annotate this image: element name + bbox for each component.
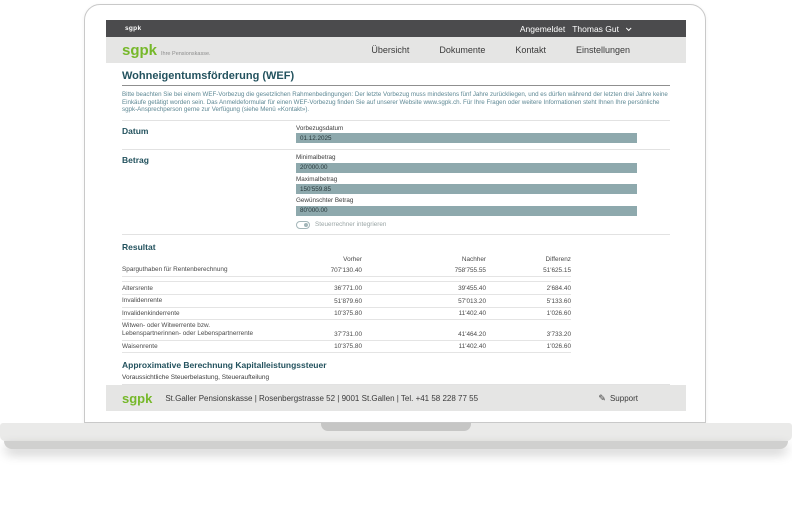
nav-uebersicht[interactable]: Übersicht [371, 45, 409, 55]
site-header: sgpk Ihre Pensionskasse. Übersicht Dokum… [106, 37, 686, 63]
brand-logo[interactable]: sgpk Ihre Pensionskasse. [122, 42, 211, 59]
betrag-row: Betrag Minimalbetrag 20'000.00 Maximalbe… [122, 150, 670, 234]
datum-section-label: Datum [122, 125, 296, 147]
top-account-bar: sgpk Angemeldet Thomas Gut [106, 20, 686, 37]
col-nachher: Nachher [362, 256, 486, 263]
title-divider [122, 85, 670, 86]
gewuenschter-betrag-input[interactable]: 80'000.00 [296, 206, 637, 216]
maximalbetrag-label: Maximalbetrag [296, 176, 637, 183]
user-name: Thomas Gut [572, 24, 619, 34]
chevron-down-icon [626, 25, 632, 31]
maximalbetrag-input[interactable]: 150'559.85 [296, 184, 637, 194]
topbar-brand: sgpk [125, 25, 141, 32]
nav-einstellungen[interactable]: Einstellungen [576, 45, 630, 55]
main-content: Wohneigentumsförderung (WEF) Bitte beach… [106, 63, 686, 385]
table-row: Sparguthaben für Rentenberechnung 707'13… [122, 264, 571, 277]
support-link[interactable]: ✎ Support [598, 393, 638, 404]
resultat-heading: Resultat [122, 242, 670, 252]
vorbezugsdatum-label: Vorbezugsdatum [296, 125, 637, 132]
col-vorher: Vorher [302, 256, 362, 263]
minimalbetrag-label: Minimalbetrag [296, 154, 637, 161]
table-gap [122, 277, 571, 282]
support-label: Support [610, 394, 638, 403]
col-differenz: Differenz [486, 256, 571, 263]
resultat-header-row: Vorher Nachher Differenz [122, 252, 571, 265]
intro-text: Bitte beachten Sie bei einem WEF-Vorbezu… [122, 91, 670, 114]
laptop-notch [321, 423, 471, 431]
steuer-subheading: Voraussichtliche Steuerbelastung, Steuer… [122, 374, 670, 385]
steuerrechner-toggle-row: Steuerrechner integrieren [296, 221, 637, 229]
table-row: Witwen- oder Witwerrente bzw. Lebenspart… [122, 320, 571, 341]
steuer-heading: Approximative Berechnung Kapitalleistung… [122, 360, 670, 370]
footer-address: St.Galler Pensionskasse | Rosenbergstras… [165, 394, 478, 403]
minimalbetrag-input[interactable]: 20'000.00 [296, 163, 637, 173]
gewuenschter-betrag-label: Gewünschter Betrag [296, 197, 637, 204]
pencil-icon: ✎ [598, 393, 606, 404]
table-row: Altersrente 36'771.00 39'455.40 2'684.40 [122, 283, 571, 296]
table-row: Invalidenrente 51'879.60 57'013.20 5'133… [122, 295, 571, 308]
logged-in-label: Angemeldet [520, 24, 565, 34]
divider [122, 234, 670, 235]
user-menu[interactable]: Angemeldet Thomas Gut [520, 24, 630, 34]
brand-tagline: Ihre Pensionskasse. [161, 51, 211, 57]
browser-page: sgpk Angemeldet Thomas Gut sgpk Ihre Pen… [106, 20, 686, 411]
laptop-mockup: sgpk Angemeldet Thomas Gut sgpk Ihre Pen… [0, 0, 792, 528]
steuerrechner-toggle-label: Steuerrechner integrieren [315, 221, 386, 228]
sgpk-logo: sgpk [122, 42, 157, 59]
site-footer: sgpk St.Galler Pensionskasse | Rosenberg… [106, 385, 686, 411]
main-nav: Übersicht Dokumente Kontakt Einstellunge… [371, 45, 630, 55]
nav-dokumente[interactable]: Dokumente [439, 45, 485, 55]
nav-kontakt[interactable]: Kontakt [515, 45, 546, 55]
footer-sgpk-logo: sgpk [122, 391, 152, 406]
betrag-section-label: Betrag [122, 154, 296, 231]
toggle-knob-icon [304, 223, 308, 227]
laptop-screen: sgpk Angemeldet Thomas Gut sgpk Ihre Pen… [84, 4, 706, 423]
page-title: Wohneigentumsförderung (WEF) [122, 68, 670, 82]
vorbezugsdatum-input[interactable]: 01.12.2025 [296, 133, 637, 143]
table-row: Invalidenkinderrente 10'375.80 11'402.40… [122, 308, 571, 321]
steuerrechner-toggle[interactable] [296, 221, 310, 229]
laptop-base-bottom [4, 441, 788, 449]
resultat-table: Vorher Nachher Differenz Sparguthaben fü… [122, 252, 571, 354]
datum-row: Datum Vorbezugsdatum 01.12.2025 [122, 121, 670, 150]
table-row: Waisenrente 10'375.80 11'402.40 1'026.60 [122, 341, 571, 354]
